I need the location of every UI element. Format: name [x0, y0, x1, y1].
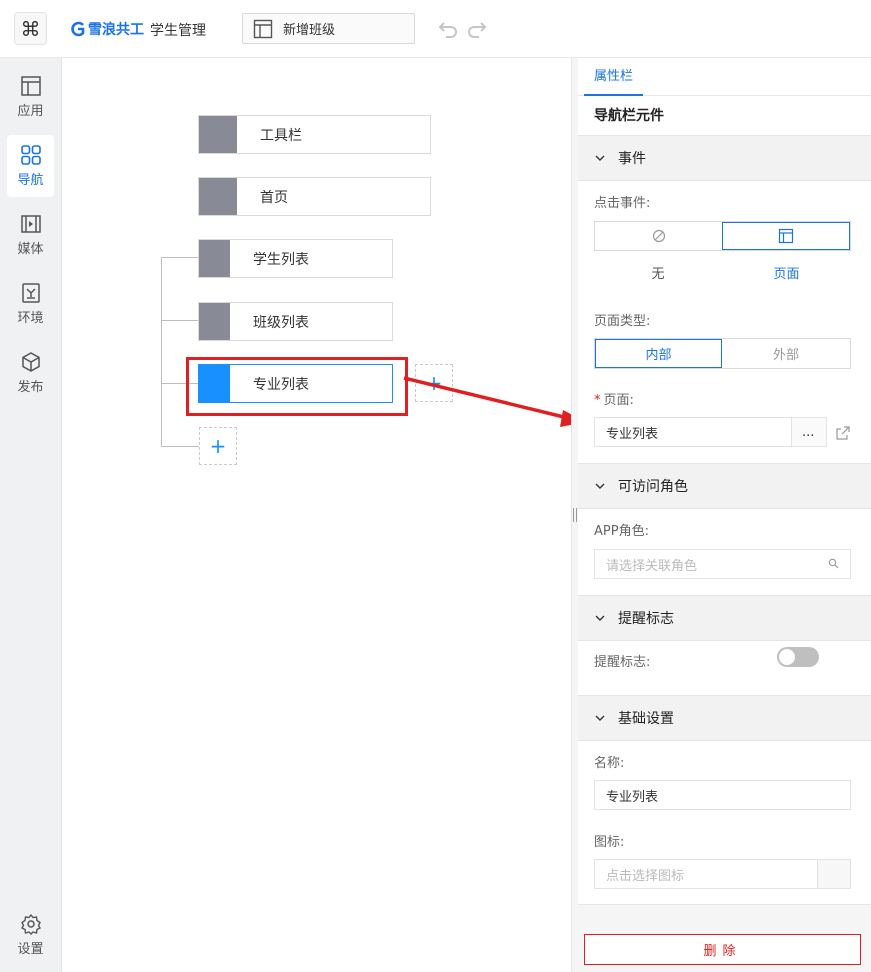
node-label: 学生列表 — [253, 251, 309, 268]
name-label: 名称: — [594, 756, 625, 771]
section-title: 提醒标志 — [618, 611, 674, 627]
ban-icon — [652, 229, 665, 243]
tree-connector — [161, 446, 199, 447]
app-role-label: APP角色: — [594, 524, 649, 539]
delete-button[interactable]: 删除 — [584, 934, 861, 965]
section-roles-header[interactable]: 可访问角色 — [578, 463, 871, 509]
click-option-page[interactable] — [722, 222, 850, 250]
sidebar-item-publish[interactable]: 发布 — [7, 342, 54, 404]
add-sibling-button[interactable]: + — [199, 427, 237, 465]
click-option-none-label: 无 — [651, 267, 665, 282]
nav-node-home[interactable]: 首页 — [198, 177, 431, 216]
nav-node-student-list[interactable]: 学生列表 — [198, 239, 393, 278]
command-icon[interactable]: ⌘ — [14, 12, 47, 45]
page-type-label: 页面类型: — [594, 314, 651, 329]
cube-icon — [21, 352, 40, 372]
panel-splitter[interactable] — [571, 58, 578, 972]
page-more-button[interactable]: ... — [791, 417, 827, 447]
node-handle — [199, 116, 237, 153]
click-event-toggle — [594, 221, 851, 251]
page-layout-icon — [253, 19, 273, 38]
click-option-none[interactable] — [595, 222, 722, 250]
brand-logo: 雪浪共工 — [70, 19, 144, 39]
section-title: 基础设置 — [618, 711, 674, 727]
node-label: 工具栏 — [260, 127, 302, 144]
sidebar-item-nav[interactable]: 导航 — [7, 135, 54, 197]
nav-node-class-list[interactable]: 班级列表 — [198, 302, 393, 341]
media-icon — [20, 215, 41, 233]
brand-mark-icon — [71, 21, 85, 37]
plus-icon: + — [425, 371, 443, 395]
section-event-header[interactable]: 事件 — [578, 135, 871, 181]
sidebar-item-label: 应用 — [17, 104, 44, 119]
sidebar-item-environment[interactable]: 环境 — [7, 273, 54, 335]
chevron-down-icon — [595, 483, 605, 489]
current-page-selector[interactable]: 新增班级 — [242, 13, 415, 44]
sidebar-item-settings[interactable]: 设置 — [7, 904, 54, 966]
click-event-label: 点击事件: — [594, 196, 651, 211]
section-basic-header[interactable]: 基础设置 — [578, 695, 871, 741]
section-title: 事件 — [618, 151, 646, 167]
search-icon — [828, 558, 839, 569]
panel-tabbar: 属性栏 — [578, 58, 871, 96]
page-select-input[interactable]: 专业列表 — [594, 417, 792, 447]
page-field-label: * 页面: — [578, 389, 634, 408]
app-role-search-input[interactable]: 请选择关联角色 — [594, 549, 851, 579]
name-input[interactable]: 专业列表 — [594, 780, 851, 810]
top-bar: ⌘ 雪浪共工 学生管理 新增班级 — [0, 0, 871, 58]
environment-icon — [21, 283, 40, 303]
plus-icon: + — [209, 434, 227, 458]
redo-icon[interactable] — [466, 18, 488, 40]
tree-connector — [161, 320, 199, 321]
page-icon — [778, 228, 794, 244]
page-type-internal[interactable]: 内部 — [595, 339, 723, 368]
page-type-toggle: 内部 外部 — [594, 338, 851, 369]
node-handle — [199, 303, 230, 340]
tree-vertical-line — [161, 257, 162, 446]
click-option-page-label: 页面 — [773, 267, 800, 282]
node-handle — [199, 178, 237, 215]
page-type-external[interactable]: 外部 — [722, 339, 850, 368]
app-name: 学生管理 — [150, 23, 206, 39]
sidebar-item-label: 环境 — [17, 311, 44, 326]
node-label: 班级列表 — [253, 314, 309, 331]
properties-panel: 属性栏 导航栏元件 事件 点击事件: 无 页面 页面类型: 内部 外部 * 页面:… — [578, 58, 871, 972]
nav-node-toolbar[interactable]: 工具栏 — [198, 115, 431, 154]
page-label-text: 页面: — [603, 393, 634, 408]
add-child-button[interactable]: + — [415, 364, 453, 402]
chevron-down-icon — [595, 615, 605, 621]
reminder-toggle[interactable] — [777, 647, 819, 667]
sidebar-item-app[interactable]: 应用 — [7, 66, 54, 128]
sidebar-item-label: 媒体 — [17, 242, 44, 257]
brand-name: 雪浪共工 — [88, 22, 144, 38]
reminder-label: 提醒标志: — [594, 655, 651, 670]
icon-picker-input[interactable]: 点击选择图标 — [594, 859, 818, 889]
icon-label: 图标: — [594, 835, 625, 850]
layout-icon — [20, 76, 41, 96]
chevron-down-icon — [595, 155, 605, 161]
left-sidebar: 应用 导航 媒体 环境 发布 设置 — [0, 58, 62, 972]
external-link-icon[interactable] — [835, 425, 851, 441]
undo-icon[interactable] — [437, 18, 459, 40]
required-mark: * — [594, 393, 601, 408]
grid-icon — [20, 145, 41, 165]
sidebar-item-label: 导航 — [17, 173, 44, 188]
sidebar-item-label: 设置 — [17, 942, 44, 957]
gear-icon — [20, 913, 41, 935]
sidebar-item-label: 发布 — [17, 380, 44, 395]
panel-title: 导航栏元件 — [594, 108, 664, 124]
node-handle — [199, 240, 230, 277]
tab-properties[interactable]: 属性栏 — [584, 58, 644, 96]
tree-connector — [161, 257, 199, 258]
node-label: 首页 — [260, 189, 288, 206]
icon-picker-button[interactable] — [817, 859, 851, 889]
section-reminder-header[interactable]: 提醒标志 — [578, 595, 871, 641]
sidebar-item-media[interactable]: 媒体 — [7, 204, 54, 266]
annotation-highlight-box — [186, 357, 408, 416]
chevron-down-icon — [595, 715, 605, 721]
current-page-label: 新增班级 — [283, 23, 336, 38]
drag-handle-icon — [573, 508, 577, 522]
section-title: 可访问角色 — [618, 479, 688, 495]
